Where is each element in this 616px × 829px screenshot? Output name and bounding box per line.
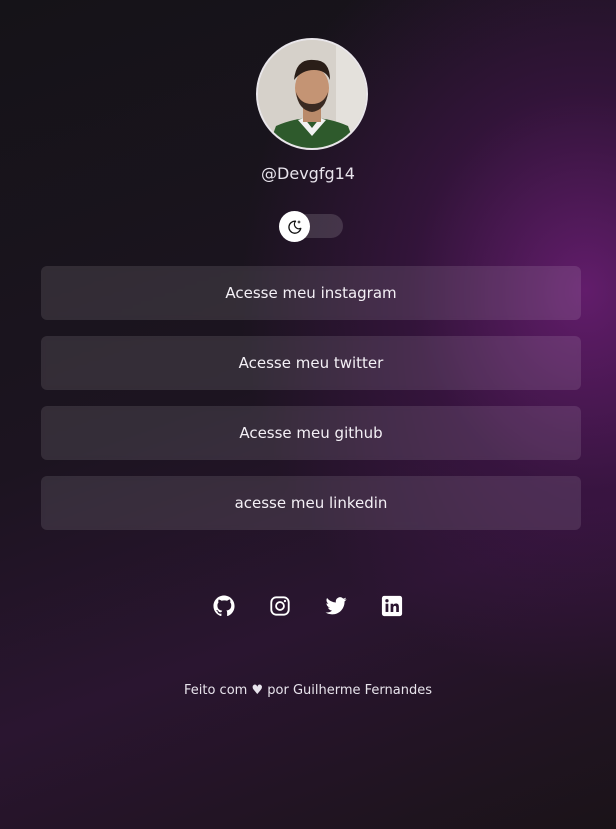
toggle-knob[interactable] (279, 211, 310, 242)
social-icons (0, 594, 616, 618)
instagram-icon[interactable] (268, 594, 292, 618)
profile-photo (258, 40, 366, 148)
heart-icon: ♥ (251, 683, 264, 698)
linkedin-icon[interactable] (380, 594, 404, 618)
twitter-link-button[interactable]: Acesse meu twitter (41, 336, 581, 390)
footer-text-after: por Guilherme Fernandes (267, 683, 432, 698)
theme-toggle[interactable] (279, 211, 343, 242)
avatar (256, 38, 368, 150)
footer: Feito com ♥ por Guilherme Fernandes (0, 683, 616, 698)
moon-icon (287, 220, 301, 234)
link-tree-page: @Devgfg14 Acesse meu instagram Acesse me… (0, 0, 616, 829)
footer-text-before: Feito com (184, 683, 248, 698)
instagram-link-button[interactable]: Acesse meu instagram (41, 266, 581, 320)
twitter-icon[interactable] (324, 594, 348, 618)
linkedin-link-button[interactable]: acesse meu linkedin (41, 476, 581, 530)
github-link-button[interactable]: Acesse meu github (41, 406, 581, 460)
link-list: Acesse meu instagram Acesse meu twitter … (41, 266, 581, 546)
github-icon[interactable] (212, 594, 236, 618)
username: @Devgfg14 (261, 164, 355, 183)
